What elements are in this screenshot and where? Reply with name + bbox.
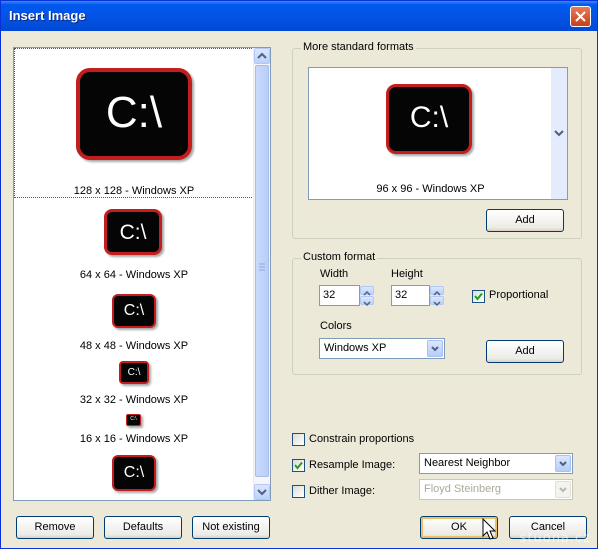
icon-glyph: C:\ — [123, 302, 145, 319]
icon-glyph: C:\ — [130, 416, 137, 422]
constrain-label: Constrain proportions — [309, 433, 415, 445]
chevron-up-icon — [257, 52, 267, 59]
list-item-128[interactable]: C:\ 128 x 128 - Windows XP — [14, 48, 254, 198]
list-item-48[interactable]: C:\ 48 x 48 - Windows XP — [14, 292, 254, 354]
width-stepper[interactable] — [360, 285, 375, 307]
resample-dropdown-button[interactable] — [555, 455, 571, 472]
icon-glyph: C:\ — [127, 367, 141, 378]
insert-image-dialog: Insert Image C:\ 128 x 128 - Windows XP … — [0, 0, 598, 549]
proportional-label: Proportional — [489, 289, 549, 301]
icon-glyph: C:\ — [409, 101, 449, 134]
chevron-down-icon — [559, 461, 567, 467]
colors-value: Windows XP — [324, 342, 387, 354]
preview-scrollbar[interactable] — [551, 68, 567, 199]
mouse-cursor-icon — [482, 518, 497, 540]
width-value: 32 — [323, 289, 336, 301]
dither-select[interactable]: Floyd Steinberg — [419, 479, 573, 500]
preview-caption: 96 x 96 - Windows XP — [376, 183, 485, 195]
standard-formats-label: More standard formats — [301, 41, 416, 53]
scroll-down-button[interactable] — [254, 484, 270, 500]
height-input[interactable]: 32 — [391, 285, 430, 306]
resample-label: Resample Image: — [309, 459, 396, 471]
height-value: 32 — [395, 289, 408, 301]
window-title: Insert Image — [9, 8, 86, 23]
resample-value: Nearest Neighbor — [424, 457, 511, 469]
defaults-button[interactable]: Defaults — [104, 516, 182, 539]
width-input[interactable]: 32 — [319, 285, 360, 306]
console-icon: C:\ — [386, 84, 472, 154]
checkmark-icon — [294, 461, 303, 470]
list-item-caption: 64 x 64 - Windows XP — [79, 269, 189, 281]
standard-format-preview[interactable]: C:\ 96 x 96 - Windows XP — [308, 67, 568, 200]
height-stepper[interactable] — [430, 285, 445, 307]
console-icon: C:\ — [126, 414, 141, 426]
close-button[interactable] — [570, 6, 591, 27]
add-standard-button[interactable]: Add — [486, 209, 564, 232]
chevron-down-icon — [559, 487, 567, 493]
scroll-up-button[interactable] — [254, 48, 270, 64]
chevron-down-icon — [431, 346, 439, 352]
proportional-checkbox[interactable] — [472, 290, 485, 303]
chevron-down-icon — [257, 489, 267, 496]
colors-select[interactable]: Windows XP — [319, 338, 445, 359]
dither-label: Dither Image: — [309, 485, 376, 497]
list-item-caption: 48 x 48 - Windows XP — [79, 340, 189, 352]
resample-checkbox[interactable] — [292, 459, 305, 472]
colors-dropdown-button[interactable] — [427, 340, 443, 357]
height-up-button[interactable] — [430, 286, 444, 296]
console-icon: C:\ — [112, 294, 156, 328]
console-icon: C:\ — [104, 209, 162, 255]
add-custom-button[interactable]: Add — [486, 340, 564, 363]
icon-glyph: C:\ — [119, 221, 147, 244]
spin-down-icon — [433, 301, 441, 307]
dither-value: Floyd Steinberg — [424, 483, 502, 495]
height-down-button[interactable] — [430, 296, 444, 307]
width-down-button[interactable] — [360, 296, 374, 307]
colors-label: Colors — [320, 320, 352, 332]
list-item-32[interactable]: C:\ 32 x 32 - Windows XP — [14, 360, 254, 408]
custom-format-label: Custom format — [301, 251, 378, 263]
list-item-caption: 16 x 16 - Windows XP — [79, 433, 189, 445]
list-item-extra[interactable]: C:\ — [14, 452, 254, 500]
width-label: Width — [320, 268, 349, 280]
console-icon: C:\ — [76, 68, 192, 160]
console-icon: C:\ — [112, 455, 156, 491]
list-item-caption: 128 x 128 - Windows XP — [73, 185, 195, 197]
checkmark-icon — [474, 292, 483, 301]
icon-glyph: C:\ — [123, 464, 145, 481]
spin-down-icon — [363, 301, 371, 307]
vertical-scrollbar[interactable] — [253, 48, 270, 500]
watermark: stuona.cz — [519, 531, 591, 546]
icon-glyph: C:\ — [105, 88, 163, 137]
list-item-caption: 32 x 32 - Windows XP — [79, 394, 189, 406]
icon-list[interactable]: C:\ 128 x 128 - Windows XP C:\ 64 x 64 -… — [13, 47, 271, 501]
remove-button[interactable]: Remove — [16, 516, 94, 539]
width-up-button[interactable] — [360, 286, 374, 296]
list-item-16[interactable]: C:\ 16 x 16 - Windows XP — [14, 412, 254, 450]
height-label: Height — [391, 268, 423, 280]
close-icon — [575, 11, 586, 22]
list-item-64[interactable]: C:\ 64 x 64 - Windows XP — [14, 206, 254, 286]
scroll-thumb[interactable] — [255, 65, 269, 477]
not-existing-button[interactable]: Not existing — [192, 516, 270, 539]
grip-icon — [259, 263, 265, 271]
title-bar[interactable]: Insert Image — [1, 1, 597, 31]
dither-checkbox[interactable] — [292, 485, 305, 498]
console-icon: C:\ — [119, 361, 149, 384]
constrain-checkbox[interactable] — [292, 433, 305, 446]
dither-dropdown-button[interactable] — [555, 481, 571, 498]
chevron-down-icon[interactable] — [552, 126, 566, 140]
resample-select[interactable]: Nearest Neighbor — [419, 453, 573, 474]
